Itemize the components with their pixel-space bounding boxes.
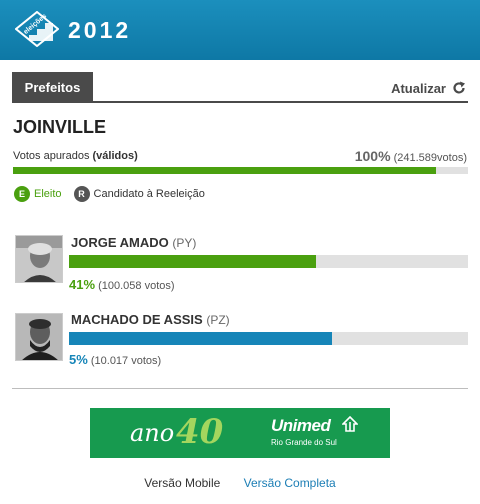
candidate-photo xyxy=(15,313,63,361)
election-year: 2012 xyxy=(68,17,132,43)
turnout-progress-bar xyxy=(13,167,468,174)
unimed-logo-icon xyxy=(342,416,358,432)
turnout-progress-fill xyxy=(13,167,437,174)
app-header: eleições 2012 xyxy=(0,0,480,60)
candidate-vote-fill xyxy=(69,255,317,268)
turnout-votes: (241.589votos) xyxy=(393,152,467,164)
candidate-name-text: MACHADO DE ASSIS xyxy=(71,312,203,327)
turnout-value: 100% (241.589votos) xyxy=(355,148,467,164)
banner-ano-text: ano xyxy=(130,419,175,447)
candidate-party: (PY) xyxy=(172,236,197,250)
candidate-percent: 5% xyxy=(69,352,88,367)
candidate-stats: 41% (100.058 votos) xyxy=(69,277,175,292)
reeleicao-badge-icon: R xyxy=(73,186,90,202)
candidate-votes: (10.017 votos) xyxy=(90,355,162,367)
tab-bar: Prefeitos Atualizar xyxy=(12,72,468,103)
refresh-icon xyxy=(453,81,465,94)
legend-label-reeleicao: Candidato à Reeleição xyxy=(93,188,205,200)
candidate-votes: (100.058 votos) xyxy=(98,280,175,292)
refresh-button[interactable]: Atualizar xyxy=(391,78,466,98)
mobile-version-link[interactable]: Versão Mobile xyxy=(144,476,220,490)
eleicoes-logo-icon: eleições xyxy=(15,11,59,47)
banner-subtitle: Rio Grande do Sul xyxy=(271,438,337,447)
eleito-badge-icon: E xyxy=(14,186,30,202)
turnout-label-prefix: Votos apurados xyxy=(13,150,90,162)
turnout-label-bold: (válidos) xyxy=(92,150,138,162)
candidate-name: JORGE AMADO (PY) xyxy=(71,235,196,250)
full-version-link[interactable]: Versão Completa xyxy=(244,476,336,490)
candidate-vote-fill xyxy=(69,332,333,345)
legend-label-eleito: Eleito xyxy=(34,188,62,200)
legend: E Eleito R Candidato à Reeleição xyxy=(14,186,217,202)
candidate-photo xyxy=(15,235,63,283)
candidate-percent: 41% xyxy=(69,277,96,292)
candidate-vote-bar xyxy=(69,332,468,345)
turnout-percent: 100% xyxy=(354,148,391,164)
unimed-ad-banner[interactable]: ano 40 Unimed Rio Grande do Sul xyxy=(90,408,390,458)
banner-number: 40 xyxy=(176,412,224,452)
candidate-party: (PZ) xyxy=(206,313,230,327)
candidate-name: MACHADO DE ASSIS (PZ) xyxy=(71,312,230,327)
legend-item-reeleicao: R Candidato à Reeleição xyxy=(73,186,205,202)
legend-item-eleito: E Eleito xyxy=(14,186,62,202)
divider xyxy=(12,388,468,389)
refresh-label: Atualizar xyxy=(391,80,446,96)
candidate-stats: 5% (10.017 votos) xyxy=(69,352,161,367)
candidate-vote-bar xyxy=(69,255,468,268)
turnout-label: Votos apurados (válidos) xyxy=(13,150,138,162)
city-title: JOINVILLE xyxy=(13,117,107,137)
banner-brand: Unimed xyxy=(271,416,331,435)
footer-links: Versão Mobile Versão Completa xyxy=(0,476,480,490)
candidate-name-text: JORGE AMADO xyxy=(71,235,169,250)
tab-prefeitos[interactable]: Prefeitos xyxy=(12,72,93,103)
